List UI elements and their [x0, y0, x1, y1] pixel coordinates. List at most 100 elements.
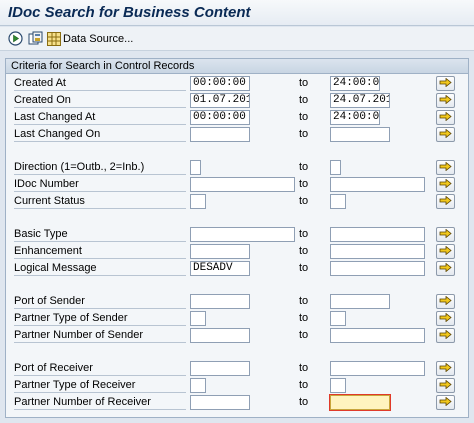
label-created-at: Created At	[14, 76, 186, 91]
field-last-changed-on-from[interactable]	[190, 127, 250, 142]
multiple-selection-button-created-at[interactable]	[436, 76, 455, 91]
to-label: to	[299, 396, 309, 408]
label-partner-number-of-sender: Partner Number of Sender	[14, 328, 186, 343]
criteria-group-title: Criteria for Search in Control Records	[11, 60, 195, 72]
field-partner-type-of-receiver-from[interactable]	[190, 378, 206, 393]
execute-icon	[8, 31, 23, 46]
to-label: to	[299, 228, 309, 240]
multiple-selection-arrow-icon	[439, 379, 452, 392]
to-label: to	[299, 178, 309, 190]
field-created-at-from[interactable]: 00:00:00	[190, 76, 250, 91]
multiple-selection-arrow-icon	[439, 111, 452, 124]
field-port-of-receiver-from[interactable]	[190, 361, 250, 376]
field-partner-number-of-receiver-to[interactable]	[330, 395, 390, 410]
data-source-button[interactable]: Data Source...	[47, 30, 133, 47]
multiple-selection-button-enhancement[interactable]	[436, 244, 455, 259]
label-partner-type-of-sender: Partner Type of Sender	[14, 311, 186, 326]
field-created-on-from[interactable]: 01.07.2014	[190, 93, 250, 108]
field-partner-number-of-receiver-from[interactable]	[190, 395, 250, 410]
multiple-selection-button-current-status[interactable]	[436, 194, 455, 209]
save-variant-button[interactable]	[28, 30, 44, 47]
label-logical-message: Logical Message	[14, 261, 186, 276]
field-current-status-from[interactable]	[190, 194, 206, 209]
multiple-selection-arrow-icon	[439, 195, 452, 208]
multiple-selection-arrow-icon	[439, 94, 452, 107]
multiple-selection-button-last-changed-at[interactable]	[436, 110, 455, 125]
field-partner-type-of-receiver-to[interactable]	[330, 378, 346, 393]
multiple-selection-arrow-icon	[439, 329, 452, 342]
field-current-status-to[interactable]	[330, 194, 346, 209]
to-label: to	[299, 379, 309, 391]
multiple-selection-arrow-icon	[439, 362, 452, 375]
field-idoc-number-from[interactable]	[190, 177, 295, 192]
multiple-selection-button-basic-type[interactable]	[436, 227, 455, 242]
multiple-selection-button-partner-number-of-receiver[interactable]	[436, 395, 455, 410]
multiple-selection-button-logical-message[interactable]	[436, 261, 455, 276]
to-label: to	[299, 295, 309, 307]
to-label: to	[299, 195, 309, 207]
label-created-on: Created On	[14, 93, 186, 108]
field-logical-message-from[interactable]: DESADV	[190, 261, 250, 276]
field-last-changed-on-to[interactable]	[330, 127, 390, 142]
field-logical-message-to[interactable]	[330, 261, 425, 276]
multiple-selection-button-partner-type-of-sender[interactable]	[436, 311, 455, 326]
multiple-selection-arrow-icon	[439, 77, 452, 90]
label-partner-type-of-receiver: Partner Type of Receiver	[14, 378, 186, 393]
field-port-of-sender-from[interactable]	[190, 294, 250, 309]
field-basic-type-to[interactable]	[330, 227, 425, 242]
execute-button[interactable]	[8, 30, 23, 47]
field-partner-number-of-sender-to[interactable]	[330, 328, 425, 343]
field-last-changed-at-to[interactable]: 24:00:00	[330, 110, 380, 125]
label-current-status: Current Status	[14, 194, 186, 209]
multiple-selection-arrow-icon	[439, 178, 452, 191]
field-enhancement-to[interactable]	[330, 244, 425, 259]
multiple-selection-button-idoc-number[interactable]	[436, 177, 455, 192]
label-last-changed-on: Last Changed On	[14, 127, 186, 142]
multiple-selection-arrow-icon	[439, 262, 452, 275]
multiple-selection-arrow-icon	[439, 295, 452, 308]
multiple-selection-button-port-of-receiver[interactable]	[436, 361, 455, 376]
save-variant-icon	[28, 31, 44, 46]
label-idoc-number: IDoc Number	[14, 177, 186, 192]
to-label: to	[299, 312, 309, 324]
multiple-selection-button-direction-1-outb-2-inb[interactable]	[436, 160, 455, 175]
to-label: to	[299, 111, 309, 123]
field-port-of-receiver-to[interactable]	[330, 361, 425, 376]
multiple-selection-arrow-icon	[439, 245, 452, 258]
application-toolbar: Data Source...	[0, 27, 474, 51]
field-direction-1-outb-2-inb-from[interactable]	[190, 160, 201, 175]
multiple-selection-arrow-icon	[439, 128, 452, 141]
to-label: to	[299, 94, 309, 106]
field-port-of-sender-to[interactable]	[330, 294, 390, 309]
field-direction-1-outb-2-inb-to[interactable]	[330, 160, 341, 175]
multiple-selection-button-port-of-sender[interactable]	[436, 294, 455, 309]
field-created-at-to[interactable]: 24:00:00	[330, 76, 380, 91]
field-enhancement-from[interactable]	[190, 244, 250, 259]
multiple-selection-button-last-changed-on[interactable]	[436, 127, 455, 142]
field-partner-type-of-sender-to[interactable]	[330, 311, 346, 326]
criteria-group-header: Criteria for Search in Control Records	[5, 58, 469, 74]
field-basic-type-from[interactable]	[190, 227, 295, 242]
multiple-selection-button-created-on[interactable]	[436, 93, 455, 108]
to-label: to	[299, 128, 309, 140]
to-label: to	[299, 161, 309, 173]
field-idoc-number-to[interactable]	[330, 177, 425, 192]
to-label: to	[299, 329, 309, 341]
label-basic-type: Basic Type	[14, 227, 186, 242]
to-label: to	[299, 262, 309, 274]
field-created-on-to[interactable]: 24.07.2014	[330, 93, 390, 108]
field-partner-number-of-sender-from[interactable]	[190, 328, 250, 343]
multiple-selection-button-partner-number-of-sender[interactable]	[436, 328, 455, 343]
multiple-selection-button-partner-type-of-receiver[interactable]	[436, 378, 455, 393]
field-last-changed-at-from[interactable]: 00:00:00	[190, 110, 250, 125]
to-label: to	[299, 245, 309, 257]
multiple-selection-arrow-icon	[439, 312, 452, 325]
field-partner-type-of-sender-from[interactable]	[190, 311, 206, 326]
multiple-selection-arrow-icon	[439, 228, 452, 241]
label-last-changed-at: Last Changed At	[14, 110, 186, 125]
multiple-selection-arrow-icon	[439, 396, 452, 409]
data-source-label: Data Source...	[63, 32, 134, 45]
to-label: to	[299, 362, 309, 374]
multiple-selection-arrow-icon	[439, 161, 452, 174]
page-title: IDoc Search for Business Content	[8, 4, 251, 21]
